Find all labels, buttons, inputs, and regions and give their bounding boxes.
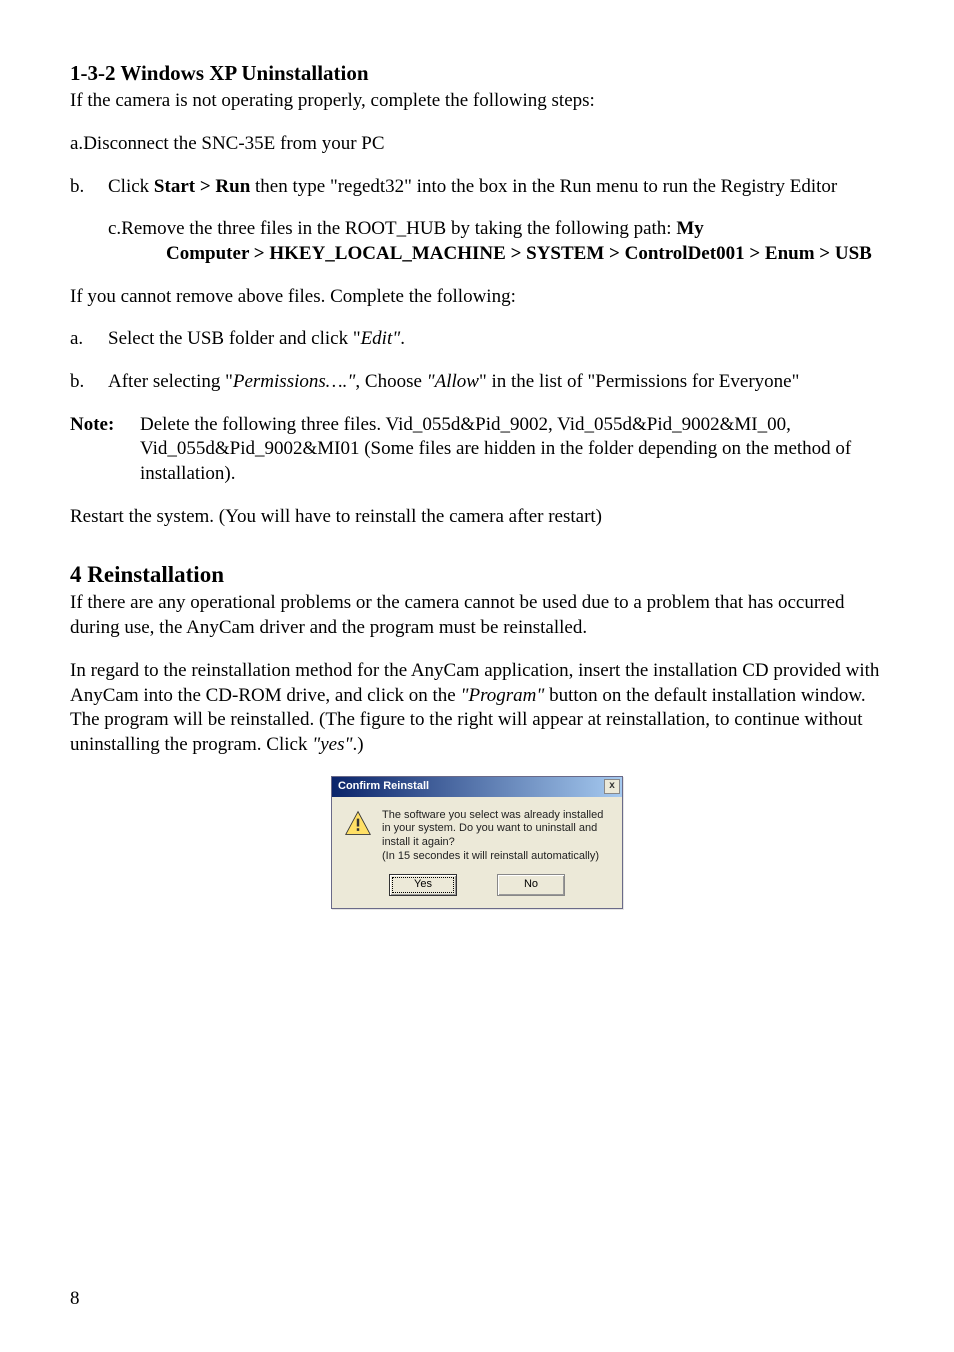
dialog-yes-button[interactable]: Yes	[389, 874, 457, 896]
substep-a-body: Select the USB folder and click "Edit".	[108, 327, 884, 352]
dialog-close-button[interactable]: x	[604, 779, 620, 794]
restart-text: Restart the system. (You will have to re…	[70, 505, 884, 530]
dialog-message: The software you select was already inst…	[382, 809, 610, 864]
dialog-title-text: Confirm Reinstall	[338, 779, 429, 793]
section4-p2: In regard to the reinstallation method f…	[70, 659, 884, 758]
step-c-marker: c.	[108, 218, 121, 239]
intro-text: If the camera is not operating properly,…	[70, 89, 884, 114]
substep-a: a. Select the USB folder and click "Edit…	[70, 327, 884, 352]
step-b-marker: b.	[70, 175, 108, 200]
step-b-prefix: Click	[108, 176, 154, 197]
step-c-bold-cont: Computer > HKEY_LOCAL_MACHINE > SYSTEM >…	[166, 243, 872, 264]
cannot-remove-text: If you cannot remove above files. Comple…	[70, 285, 884, 310]
substep-a-suffix: .	[400, 328, 405, 349]
step-b-bold: Start > Run	[154, 176, 250, 197]
dialog-no-button[interactable]: No	[497, 874, 565, 896]
step-a-marker: a.	[70, 133, 83, 154]
confirm-reinstall-dialog: Confirm Reinstall x The software you sel…	[331, 776, 623, 909]
substep-a-marker: a.	[70, 327, 108, 352]
substep-a-italic: Edit"	[361, 328, 401, 349]
note-body: Delete the following three files. Vid_05…	[140, 413, 884, 487]
substep-b: b. After selecting "Permissions….", Choo…	[70, 370, 884, 395]
substep-a-prefix: Select the USB folder and click "	[108, 328, 361, 349]
heading-1-3-2: 1-3-2 Windows XP Uninstallation	[70, 60, 884, 87]
step-c-prefix: Remove the three files in the ROOT_HUB b…	[121, 218, 676, 239]
substep-b-mid: , Choose	[355, 371, 426, 392]
step-b-body: Click Start > Run then type "regedt32" i…	[108, 175, 884, 200]
substep-b-suffix: " in the list of "Permissions for Everyo…	[479, 371, 799, 392]
page-number: 8	[70, 1287, 80, 1312]
note-label: Note:	[70, 413, 140, 487]
step-c: c.Remove the three files in the ROOT_HUB…	[108, 217, 884, 266]
s4p2-i1: "Program"	[461, 685, 545, 706]
warning-icon	[344, 809, 372, 864]
substep-b-body: After selecting "Permissions….", Choose …	[108, 370, 884, 395]
step-b: b. Click Start > Run then type "regedt32…	[70, 175, 884, 200]
substep-b-italic2: "Allow	[427, 371, 479, 392]
substep-b-prefix: After selecting "	[108, 371, 233, 392]
note-block: Note: Delete the following three files. …	[70, 413, 884, 487]
dialog-titlebar: Confirm Reinstall x	[332, 777, 622, 797]
step-a: a.Disconnect the SNC-35E from your PC	[70, 132, 884, 157]
substep-b-marker: b.	[70, 370, 108, 395]
section4-p1: If there are any operational problems or…	[70, 591, 884, 640]
step-a-text: Disconnect the SNC-35E from your PC	[83, 133, 384, 154]
heading-4: 4 Reinstallation	[70, 560, 884, 590]
substep-b-italic1: Permissions…."	[233, 371, 356, 392]
step-b-suffix: then type "regedt32" into the box in the…	[250, 176, 837, 197]
s4p2-c: .)	[352, 734, 363, 755]
s4p2-i2: "yes"	[312, 734, 352, 755]
step-c-bold: My	[676, 218, 703, 239]
